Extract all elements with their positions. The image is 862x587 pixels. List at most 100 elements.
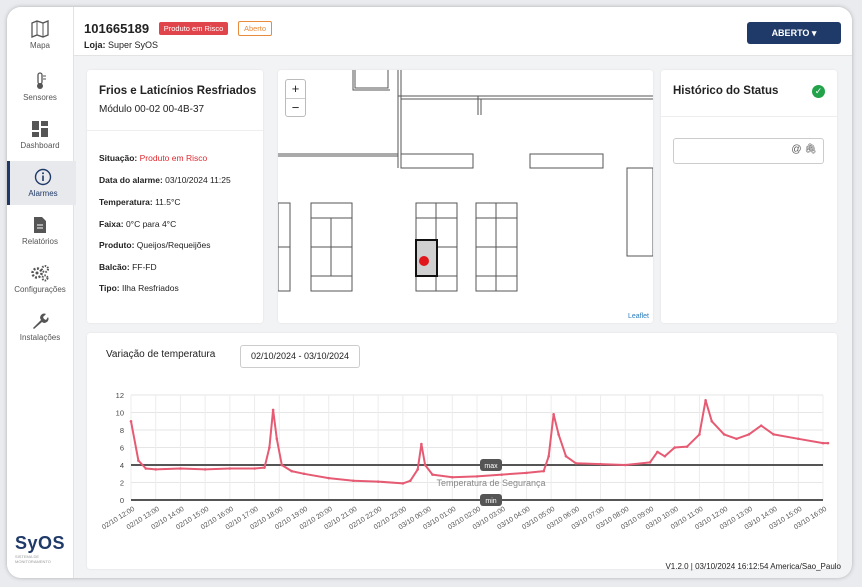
temperature-point: [747, 433, 751, 436]
y-tick-label: 0: [120, 496, 124, 505]
info-title: Frios e Laticínios Resfriados: [99, 85, 257, 97]
y-tick-label: 12: [116, 391, 124, 400]
dashboard-icon: [32, 121, 48, 137]
leaflet-attribution[interactable]: Leaflet: [628, 313, 649, 320]
temperature-point: [280, 463, 284, 467]
temperature-point: [685, 445, 689, 448]
temperature-point: [420, 442, 423, 446]
sidebar-item-instalacoes[interactable]: Instalações: [7, 305, 73, 349]
sidebar-item-alarmes[interactable]: Alarmes: [7, 161, 76, 205]
temperature-point: [574, 461, 578, 465]
sidebar-item-label: Sensores: [23, 93, 57, 102]
temperature-point: [623, 463, 627, 467]
temperature-point: [564, 454, 568, 458]
temperature-point: [450, 475, 454, 479]
footer-version: V1.2.0 | 03/10/2024 16:12:54 America/Sao…: [665, 562, 841, 571]
limit-label-min: min: [485, 498, 496, 505]
check-icon: ✓: [812, 85, 825, 98]
alarm-id: 101665189: [84, 21, 150, 36]
temperature-point: [275, 437, 279, 441]
temperature-point: [129, 419, 133, 423]
sidebar-item-mapa[interactable]: Mapa: [7, 13, 73, 57]
info-row-balcao: Balcão: FF-FD: [99, 262, 157, 272]
temperature-point: [500, 473, 504, 476]
store-map[interactable]: + − Leaflet: [278, 70, 653, 323]
info-row-temperatura: Temperatura: 11.5°C: [99, 197, 181, 207]
temperature-point: [401, 482, 405, 485]
temperature-chart: 02468101202/10 12:0002/10 13:0002/10 14:…: [101, 391, 830, 531]
temperature-point: [253, 467, 256, 470]
mention-attach-icons[interactable]: @ 🖇: [791, 144, 817, 155]
sidebar-item-label: Configurações: [14, 285, 66, 294]
temperature-point: [431, 473, 434, 476]
temperature-point: [710, 419, 714, 423]
history-comment-input[interactable]: @ 🖇: [673, 138, 824, 164]
temperature-point: [137, 459, 140, 462]
alarm-marker[interactable]: [419, 256, 429, 266]
temperature-point: [547, 454, 550, 458]
temperature-point: [352, 479, 355, 483]
temperature-point: [826, 441, 830, 445]
temperature-point: [203, 468, 207, 471]
y-tick-label: 6: [120, 444, 124, 453]
temperature-point: [290, 469, 293, 473]
temperature-point: [144, 467, 148, 470]
y-tick-label: 4: [120, 461, 124, 470]
gears-icon: [31, 265, 49, 282]
info-row-tipo: Tipo: Ilha Resfriados: [99, 283, 179, 293]
y-tick-label: 2: [120, 479, 124, 488]
zoom-control: + −: [285, 79, 306, 117]
temperature-point: [663, 454, 667, 458]
store-line: Loja: Super SyOS: [84, 40, 158, 50]
temperature-point: [376, 480, 380, 483]
zoom-in-button[interactable]: +: [286, 80, 305, 99]
risk-badge: Produto em Risco: [158, 22, 229, 35]
y-tick-label: 10: [116, 409, 124, 418]
temperature-point: [821, 441, 825, 445]
temperature-point: [154, 468, 158, 471]
temperature-point: [475, 475, 479, 478]
info-row-faixa: Faixa: 0°C para 4°C: [99, 219, 177, 229]
temperature-point: [722, 433, 726, 436]
sidebar-item-relatorios[interactable]: Relatórios: [7, 209, 73, 253]
temperature-point: [796, 437, 800, 441]
sidebar-item-sensores[interactable]: Sensores: [7, 65, 73, 109]
thermometer-icon: [37, 72, 46, 89]
history-title: Histórico do Status: [673, 85, 779, 97]
temperature-point: [698, 433, 701, 436]
map-icon: [31, 20, 49, 38]
info-subtitle: Módulo 00-02 00-4B-37: [99, 104, 205, 115]
temperature-point: [772, 433, 775, 436]
safety-range-annotation: Temperatura de Segurança: [436, 478, 545, 488]
sidebar: Mapa Sensores Dashboard Alarmes Relatóri…: [7, 7, 76, 578]
app-frame: Mapa Sensores Dashboard Alarmes Relatóri…: [7, 7, 852, 578]
y-tick-label: 8: [120, 426, 124, 435]
temperature-point: [416, 468, 419, 471]
temperature-point: [599, 462, 602, 466]
temperature-point: [759, 424, 763, 427]
sidebar-item-label: Dashboard: [20, 141, 60, 150]
info-row-produto: Produto: Queijos/Requeijões: [99, 240, 211, 250]
temperature-point: [542, 469, 546, 473]
sidebar-item-configuracoes[interactable]: Configurações: [7, 257, 73, 301]
temperature-point: [302, 472, 306, 476]
limit-label-max: max: [484, 463, 498, 470]
temperature-point: [704, 398, 707, 402]
wrench-icon: [33, 313, 49, 329]
info-icon: [34, 168, 52, 186]
sidebar-item-label: Mapa: [29, 41, 50, 50]
header: 101665189 Produto em Risco Aberto Loja: …: [74, 7, 852, 56]
chart-card: Variação de temperatura 02/10/2024 - 03/…: [87, 333, 837, 569]
temperature-point: [525, 471, 528, 475]
temperature-point: [552, 412, 555, 416]
temperature-point: [408, 479, 412, 483]
status-dropdown-button[interactable]: ABERTO ▾: [747, 22, 841, 44]
info-row-data: Data do alarme: 03/10/2024 11:25: [99, 175, 231, 185]
sidebar-item-dashboard[interactable]: Dashboard: [7, 113, 73, 157]
temperature-point: [423, 463, 427, 467]
temperature-point: [228, 467, 232, 470]
store-label: Loja:: [84, 40, 106, 50]
brand-logo: SyOS SISTEMA DE MONITORAMENTO: [15, 533, 66, 564]
zoom-out-button[interactable]: −: [286, 99, 305, 117]
status-badge: Aberto: [237, 21, 273, 36]
